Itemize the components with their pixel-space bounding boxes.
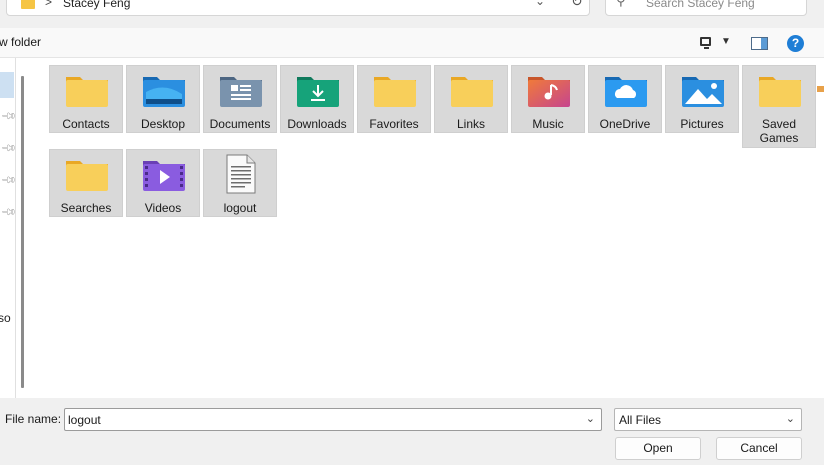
window-edge-accent [817,86,824,92]
file-name-label: File name: [5,412,62,426]
file-item-label: Pictures [680,117,724,131]
search-input[interactable]: ⚲ Search Stacey Feng [605,0,807,16]
nav-item-label[interactable]: rso [0,311,11,325]
file-name-field[interactable]: logout ⌄ [64,408,602,431]
downloads-folder-icon [297,77,339,107]
file-item-label: Downloads [287,117,347,131]
address-bar-area: > Stacey Feng ⌄ ↻ ⚲ Search Stacey Feng [0,0,824,28]
file-item[interactable]: Links [434,65,508,133]
file-item[interactable]: Searches [49,149,123,217]
file-item[interactable]: logout [203,149,277,217]
file-item-label: Desktop [140,117,186,131]
command-bar: w folder ▼ ? [0,28,824,58]
file-dialog-footer: File name: logout ⌄ All Files ⌄ Open Can… [0,398,824,465]
chevron-down-icon[interactable]: ⌄ [786,412,795,425]
contacts-folder-icon [66,77,108,107]
file-item[interactable]: Pictures [665,65,739,133]
breadcrumb[interactable]: > Stacey Feng ⌄ ↻ [6,0,590,16]
pin-icon: 📌︎ [0,140,16,157]
file-item[interactable]: OneDrive [588,65,662,133]
file-item[interactable]: Desktop [126,65,200,133]
file-item[interactable]: Contacts [49,65,123,133]
breadcrumb-separator: > [45,0,53,9]
nav-selected-item[interactable] [0,72,14,98]
file-item-label: Links [456,117,485,131]
file-item-label: Music [532,117,564,131]
file-item[interactable]: Documents [203,65,277,133]
chevron-down-icon[interactable]: ⌄ [586,412,595,425]
links-folder-icon [451,77,493,107]
file-item-label: Saved Games [759,117,799,145]
file-item[interactable]: Videos [126,149,200,217]
pictures-folder-icon [682,77,724,107]
onedrive-folder-icon [605,77,647,107]
view-icon [700,37,711,49]
text-file-icon [226,154,256,194]
searches-folder-icon [66,161,108,191]
navigation-pane[interactable]: 📌︎ 📌︎ 📌︎ 📌︎ rso [0,58,16,398]
file-item[interactable]: Downloads [280,65,354,133]
file-item-label: Documents [209,117,271,131]
videos-folder-icon [143,161,185,191]
file-item-label: Contacts [62,117,110,131]
open-button[interactable]: Open [615,437,701,460]
pin-icon: 📌︎ [0,108,16,125]
desktop-folder-icon [143,77,185,107]
saved-games-folder-icon [759,77,801,107]
file-item-label: OneDrive [599,117,651,131]
help-icon[interactable]: ? [787,35,804,52]
nav-scrollbar[interactable] [16,58,32,398]
file-list[interactable]: Contacts Desktop Documents Downloads Fav… [32,58,824,398]
file-item-label: logout [223,201,257,215]
music-folder-icon [528,77,570,107]
file-type-select[interactable]: All Files ⌄ [614,408,802,431]
file-item-label: Favorites [369,117,419,131]
file-item[interactable]: Favorites [357,65,431,133]
file-item-label: Videos [144,201,182,215]
pin-icon: 📌︎ [0,204,16,221]
documents-folder-icon [220,77,262,107]
file-type-value: All Files [619,413,662,427]
chevron-down-icon: ▼ [721,36,731,47]
new-folder-button[interactable]: w folder [0,35,41,49]
breadcrumb-current[interactable]: Stacey Feng [63,0,130,10]
cancel-button[interactable]: Cancel [716,437,802,460]
favorites-folder-icon [374,77,416,107]
refresh-icon[interactable]: ↻ [571,0,583,10]
file-item[interactable]: Saved Games [742,65,816,148]
change-view-button[interactable]: ▼ [698,35,732,51]
chevron-down-icon[interactable]: ⌄ [535,0,545,8]
search-placeholder: Search Stacey Feng [646,0,755,10]
file-item-label: Searches [60,201,112,215]
preview-pane-icon[interactable] [751,37,768,50]
file-item[interactable]: Music [511,65,585,133]
search-icon: ⚲ [616,0,626,8]
folder-icon [21,0,35,9]
scrollbar-thumb[interactable] [21,76,24,388]
file-name-value[interactable]: logout [68,413,101,427]
pin-icon: 📌︎ [0,172,16,189]
